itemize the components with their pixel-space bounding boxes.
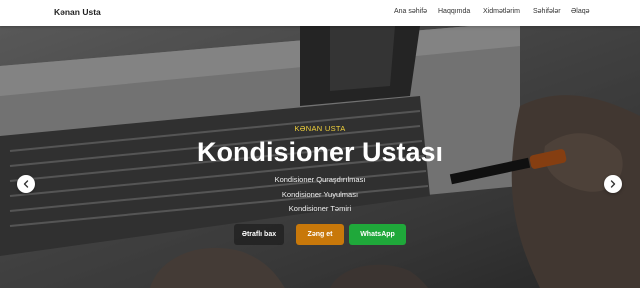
whatsapp-button[interactable]: WhatsApp [349, 224, 406, 245]
chevron-left-icon [23, 180, 29, 188]
nav-link-pages[interactable]: Səhifələr [533, 8, 561, 15]
hero-title: Kondisioner Ustası [196, 137, 444, 167]
hero-eyebrow: KƏNAN USTA [294, 124, 346, 133]
nav-link-about[interactable]: Haqqımda [438, 8, 470, 15]
service-item-cleaning: Kondisioner Yuyulması [281, 190, 359, 199]
carousel-prev-button[interactable] [17, 175, 35, 193]
more-info-button[interactable]: Ətraflı bax [234, 224, 284, 245]
call-button[interactable]: Zəng et [296, 224, 344, 245]
chevron-right-icon [610, 180, 616, 188]
nav-link-contact[interactable]: Əlaqə [571, 8, 590, 15]
nav-links: Ana səhifə Haqqımda Xidmətlərim Səhifələ… [0, 8, 640, 20]
hero-carousel: KƏNAN USTA Kondisioner Ustası Kondisione… [0, 26, 640, 288]
carousel-next-button[interactable] [604, 175, 622, 193]
service-item-repair: Kondisioner Təmiri [288, 204, 352, 213]
service-item-installation: Kondisioner Quraşdırılması [274, 175, 366, 184]
navbar: Kənan Usta Ana səhifə Haqqımda Xidmətlər… [0, 0, 640, 26]
nav-link-services[interactable]: Xidmətlərim [483, 8, 520, 15]
nav-link-home[interactable]: Ana səhifə [394, 8, 427, 15]
